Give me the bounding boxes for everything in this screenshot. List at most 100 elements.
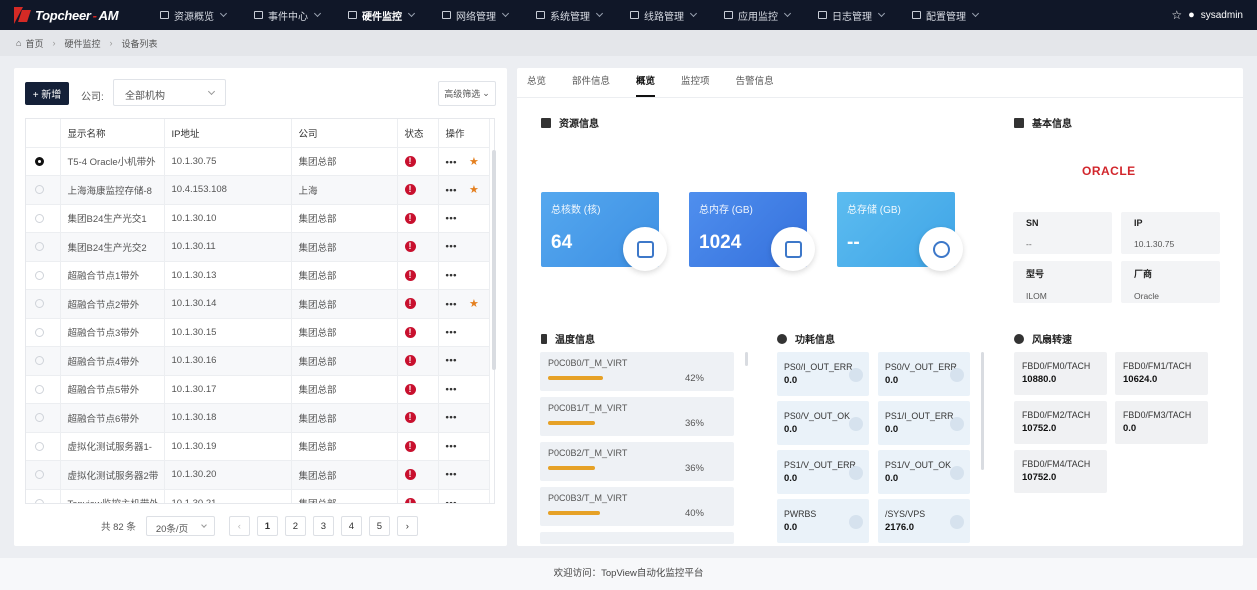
more-actions-icon[interactable]: ••• (446, 299, 457, 310)
row-select-cell[interactable] (26, 432, 61, 461)
star-icon[interactable]: ☆ (1171, 8, 1182, 22)
more-actions-icon[interactable]: ••• (446, 441, 457, 452)
breadcrumb-hardware[interactable]: 硬件监控 (64, 37, 100, 50)
row-select-cell[interactable] (26, 147, 61, 176)
row-select-cell[interactable] (26, 175, 61, 205)
temperature-name: P0C0B0/T_M_VIRT (548, 358, 628, 368)
row-radio[interactable] (35, 384, 44, 394)
table-row[interactable]: 超融合节点1带外 10.1.30.13 集团总部! ••• (26, 261, 490, 290)
row-select-cell[interactable] (26, 232, 61, 262)
row-select-cell[interactable] (26, 346, 61, 376)
page-size-select[interactable]: 20条/页 (145, 516, 215, 536)
page-1-button[interactable]: 1 (256, 516, 278, 536)
nav-item-line[interactable]: 线路管理 (630, 0, 698, 30)
tab-alerts[interactable]: 告警信息 (736, 68, 774, 97)
row-radio[interactable] (35, 299, 44, 309)
row-select-cell[interactable] (26, 375, 61, 404)
row-radio[interactable] (35, 356, 44, 366)
more-actions-icon[interactable]: ••• (446, 157, 457, 168)
row-radio[interactable] (35, 327, 44, 337)
table-row[interactable]: 超融合节点5带外 10.1.30.17 集团总部! ••• (26, 375, 490, 404)
row-select-cell[interactable] (26, 318, 61, 347)
row-radio[interactable] (35, 470, 44, 480)
username[interactable]: sysadmin (1201, 10, 1243, 21)
row-radio[interactable] (35, 213, 44, 223)
more-actions-icon[interactable]: ••• (446, 241, 457, 252)
table-row[interactable]: 超融合节点3带外 10.1.30.15 集团总部! ••• (26, 318, 490, 347)
nav-item-event-center[interactable]: 事件中心 (254, 0, 322, 30)
table-row[interactable]: 超融合节点2带外 10.1.30.14 集团总部! ••• ★ (26, 289, 490, 319)
advanced-filter-button[interactable]: 高级筛选 ⌄ (438, 81, 496, 106)
fan-value: 10624.0 (1123, 374, 1158, 385)
row-radio[interactable] (35, 441, 44, 451)
more-actions-icon[interactable]: ••• (446, 384, 457, 395)
row-radio[interactable] (35, 242, 44, 252)
table-row[interactable]: 集团B24生产光交2 10.1.30.11 集团总部! ••• (26, 232, 490, 262)
status-cell: ! (397, 232, 439, 262)
table-row[interactable]: 超融合节点4带外 10.1.30.16 集团总部! ••• (26, 346, 490, 376)
next-page-button[interactable]: › (396, 516, 418, 536)
star-icon[interactable]: ★ (469, 184, 479, 196)
power-scrollbar[interactable] (981, 352, 984, 470)
more-actions-icon[interactable]: ••• (446, 327, 457, 338)
add-device-button[interactable]: + 新增 (25, 82, 69, 105)
more-actions-icon[interactable]: ••• (446, 412, 457, 423)
nav-item-app-monitor[interactable]: 应用监控 (724, 0, 792, 30)
tab-components[interactable]: 部件信息 (572, 68, 610, 97)
more-actions-icon[interactable]: ••• (446, 270, 457, 281)
nav-item-system[interactable]: 系统管理 (536, 0, 604, 30)
page-3-button[interactable]: 3 (312, 516, 334, 536)
table-scrollbar[interactable] (492, 150, 496, 370)
more-actions-icon[interactable]: ••• (446, 355, 457, 366)
star-icon[interactable]: ★ (469, 298, 479, 310)
network-icon (442, 11, 451, 19)
star-icon[interactable]: ★ (469, 156, 479, 168)
row-radio[interactable] (35, 270, 44, 280)
nav-item-hardware-monitor[interactable]: 硬件监控 (348, 0, 416, 30)
row-select-cell[interactable] (26, 460, 61, 490)
row-radio[interactable] (35, 185, 44, 195)
row-radio[interactable] (35, 156, 44, 166)
temperature-scrollbar[interactable] (745, 352, 748, 366)
table-row[interactable]: 上海海康监控存储-8 10.4.153.108 上海! ••• ★ (26, 175, 490, 205)
field-key: SN (1026, 218, 1039, 228)
more-actions-icon[interactable]: ••• (446, 185, 457, 196)
row-radio[interactable] (35, 413, 44, 423)
field-key: 型号 (1026, 269, 1045, 279)
page-5-button[interactable]: 5 (368, 516, 390, 536)
page-4-button[interactable]: 4 (340, 516, 362, 536)
row-radio[interactable] (35, 498, 44, 503)
company-select[interactable]: 全部机构 (113, 79, 226, 106)
storage-icon (919, 227, 963, 271)
table-row[interactable]: 超融合节点6带外 10.1.30.18 集团总部! ••• (26, 403, 490, 433)
brand-logo[interactable]: Topcheer - AM (14, 5, 119, 25)
tab-monitor-items[interactable]: 监控项 (681, 68, 710, 97)
column-header-ip[interactable]: IP地址 (164, 119, 292, 148)
column-header-name[interactable]: 显示名称 (60, 119, 165, 148)
nav-item-log[interactable]: 日志管理 (818, 0, 886, 30)
row-select-cell[interactable] (26, 489, 61, 503)
table-row[interactable]: 虚拟化测试服务器2带 10.1.30.20 集团总部! ••• (26, 460, 490, 490)
table-row[interactable]: 虚拟化测试服务器1- 10.1.30.19 集团总部! ••• (26, 432, 490, 461)
nav-item-config[interactable]: 配置管理 (912, 0, 980, 30)
row-select-cell[interactable] (26, 289, 61, 319)
more-actions-icon[interactable]: ••• (446, 213, 457, 224)
column-header-company[interactable]: 公司 (291, 119, 398, 148)
tab-summary[interactable]: 总览 (527, 68, 546, 97)
power-item: PS1/V_OUT_OK 0.0 (878, 450, 970, 494)
table-row[interactable]: 集团B24生产光交1 10.1.30.10 集团总部! ••• (26, 204, 490, 233)
page-2-button[interactable]: 2 (284, 516, 306, 536)
row-select-cell[interactable] (26, 403, 61, 433)
table-row[interactable]: Topview监控主机带外10.1.30.21集团总部! ••• (26, 489, 490, 503)
table-row[interactable]: T5-4 Oracle小机带外 10.1.30.75 集团总部! ••• ★ (26, 147, 490, 176)
more-actions-icon[interactable]: ••• (446, 498, 457, 503)
tab-overview[interactable]: 概览 (636, 68, 656, 97)
prev-page-button[interactable]: ‹ (228, 516, 250, 536)
more-actions-icon[interactable]: ••• (446, 469, 457, 480)
nav-item-network[interactable]: 网络管理 (442, 0, 510, 30)
breadcrumb-home[interactable]: 首页 (25, 37, 43, 50)
nav-item-resource-overview[interactable]: 资源概览 (160, 0, 228, 30)
row-select-cell[interactable] (26, 204, 61, 233)
book-icon (1014, 117, 1024, 128)
row-select-cell[interactable] (26, 261, 61, 290)
